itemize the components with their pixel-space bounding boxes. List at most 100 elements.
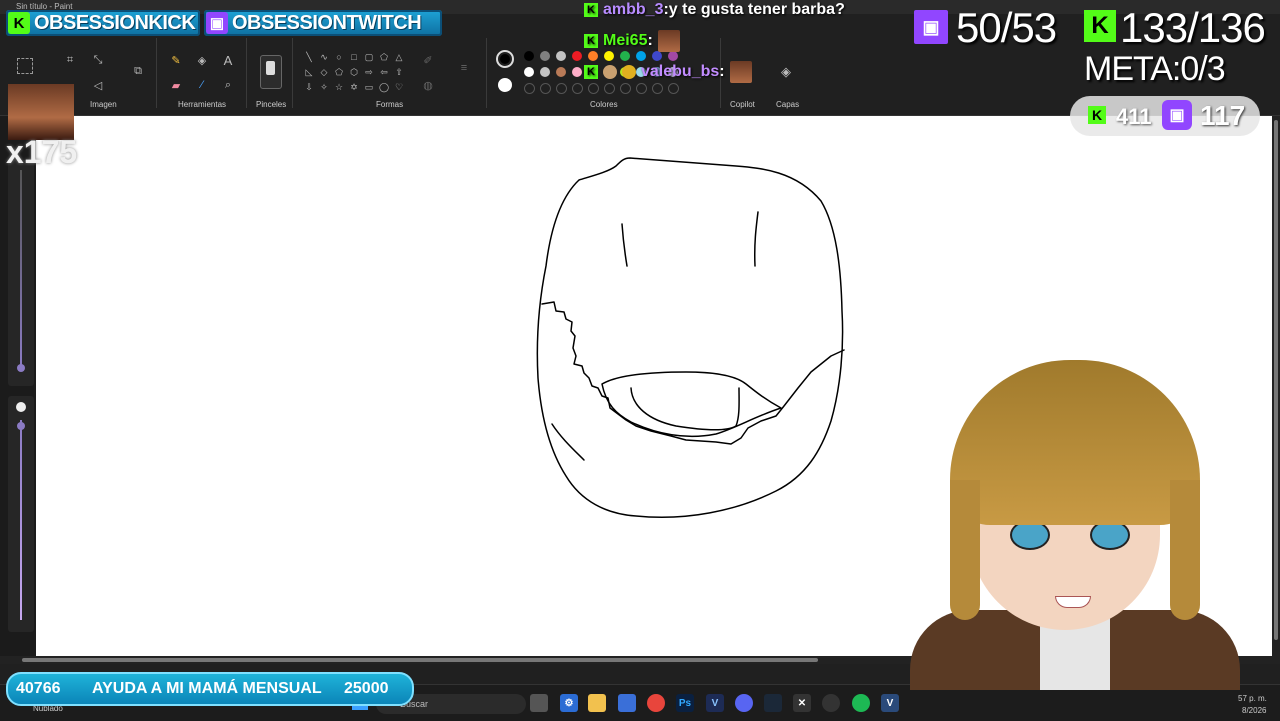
brush-icon [266, 61, 275, 75]
store-icon[interactable] [618, 694, 636, 712]
star6-shape-icon[interactable]: ✡ [347, 80, 361, 94]
line-shape-icon[interactable]: ╲ [302, 50, 316, 64]
chrome-icon[interactable] [647, 694, 665, 712]
spotify-icon[interactable] [852, 694, 870, 712]
mouth-inner [630, 387, 740, 431]
color-swatch[interactable] [636, 51, 646, 61]
color-swatch[interactable] [524, 51, 534, 61]
photoshop-icon[interactable]: Ps [676, 694, 694, 712]
callout-rect-shape-icon[interactable]: ▭ [362, 80, 376, 94]
shapes-gallery[interactable]: ╲ ∿ ○ □ ▢ ⬠ △ ◺ ◇ ⬠ ⬡ ⇨ ⇦ ⇧ ⇩ ✧ ☆ ✡ ▭ ◯ … [302, 50, 406, 94]
stroke-size-icon[interactable]: ≡ [456, 60, 472, 76]
avatar-hair [950, 360, 1200, 525]
zoom-slider-track[interactable] [20, 170, 22, 370]
text-tool-icon[interactable]: A [220, 52, 236, 68]
custom-color-slot[interactable] [652, 83, 663, 94]
magnifier-icon[interactable]: ⌕ [220, 77, 236, 93]
diamond-shape-icon[interactable]: ◇ [317, 65, 331, 79]
color-swatch[interactable] [604, 51, 614, 61]
custom-color-slot[interactable] [604, 83, 615, 94]
arrow-left-shape-icon[interactable]: ⇦ [377, 65, 391, 79]
zoom-slider-thumb[interactable] [17, 364, 25, 372]
crop-icon[interactable]: ⌗ [62, 52, 78, 68]
vtube-icon[interactable]: V [881, 694, 899, 712]
left-eye [621, 223, 628, 267]
vertical-scroll-thumb[interactable] [1274, 120, 1278, 640]
color-swatch[interactable] [668, 51, 678, 61]
pencil-icon[interactable]: ✎ [168, 52, 184, 68]
xbox-icon[interactable]: ✕ [793, 694, 811, 712]
fill-icon[interactable]: ◈ [194, 52, 210, 68]
arrow-down-shape-icon[interactable]: ⇩ [302, 80, 316, 94]
triangle-shape-icon[interactable]: △ [392, 50, 406, 64]
arrow-up-shape-icon[interactable]: ⇧ [392, 65, 406, 79]
hexagon-shape-icon[interactable]: ⬡ [347, 65, 361, 79]
custom-color-slot[interactable] [572, 83, 583, 94]
custom-color-slot[interactable] [524, 83, 535, 94]
color-swatch[interactable] [540, 67, 550, 77]
custom-color-slot[interactable] [588, 83, 599, 94]
pentagon-shape-icon[interactable]: ⬠ [332, 65, 346, 79]
outline-icon[interactable]: ✐ [420, 52, 436, 68]
right-triangle-shape-icon[interactable]: ◺ [302, 65, 316, 79]
kick-badge-icon: K [584, 65, 598, 79]
vegas-icon[interactable]: V [706, 694, 724, 712]
custom-color-slot[interactable] [540, 83, 551, 94]
eraser-icon[interactable]: ▰ [168, 77, 184, 93]
primary-color-button[interactable] [496, 50, 514, 68]
color-picker-icon[interactable]: ⁄ [194, 77, 210, 93]
group-label-copilot[interactable]: Copilot [730, 100, 755, 109]
heart-shape-icon[interactable]: ♡ [392, 80, 406, 94]
shape-fill-icon[interactable]: ◍ [420, 77, 436, 93]
color-swatch[interactable] [572, 51, 582, 61]
steam-icon[interactable] [764, 694, 782, 712]
gear-icon[interactable]: ⚙ [560, 694, 578, 712]
kick-banner-text: OBSESSIONKICK [34, 11, 196, 34]
brush-size-track[interactable] [20, 420, 22, 620]
color-swatch[interactable] [556, 51, 566, 61]
obs-icon[interactable] [822, 694, 840, 712]
brush-size-thumb[interactable] [17, 422, 25, 430]
color-swatch[interactable] [588, 51, 598, 61]
color-swatch[interactable] [652, 51, 662, 61]
task-view-icon[interactable] [530, 694, 548, 712]
group-label-formas: Formas [376, 100, 404, 109]
color-swatch[interactable] [524, 67, 534, 77]
color-swatch[interactable] [620, 51, 630, 61]
resize-icon[interactable]: ⤡ [90, 52, 106, 68]
star4-shape-icon[interactable]: ✧ [317, 80, 331, 94]
secondary-color-button[interactable] [498, 78, 512, 92]
group-label-capas[interactable]: Capas [776, 100, 799, 109]
select-icon[interactable] [17, 58, 33, 74]
followers-pill: K 411 ▣ 117 [1070, 96, 1260, 136]
rotate-icon[interactable]: ◁ [90, 77, 106, 93]
discord-icon[interactable] [735, 694, 753, 712]
emote-icon [729, 61, 752, 83]
custom-color-slot[interactable] [620, 83, 631, 94]
image-tools-icon[interactable]: ⧉ [130, 63, 146, 79]
oval-shape-icon[interactable]: ○ [332, 50, 346, 64]
callout-oval-shape-icon[interactable]: ◯ [377, 80, 391, 94]
color-swatch[interactable] [572, 67, 582, 77]
vertical-scrollbar[interactable] [1272, 116, 1280, 656]
custom-color-slot[interactable] [668, 83, 679, 94]
avatar-hair-right [1170, 480, 1200, 620]
color-swatch[interactable] [556, 67, 566, 77]
folder-icon[interactable] [588, 694, 606, 712]
color-swatch[interactable] [540, 51, 550, 61]
star5-shape-icon[interactable]: ☆ [332, 80, 346, 94]
brushes-button[interactable] [260, 55, 282, 89]
horizontal-scroll-thumb[interactable] [22, 658, 818, 662]
polygon-shape-icon[interactable]: ⬠ [377, 50, 391, 64]
ribbon-separator [292, 38, 293, 108]
clock-time: 57 p. m. [1238, 694, 1267, 703]
custom-color-slot[interactable] [556, 83, 567, 94]
rounded-rect-shape-icon[interactable]: ▢ [362, 50, 376, 64]
rectangle-shape-icon[interactable]: □ [347, 50, 361, 64]
curve-shape-icon[interactable]: ∿ [317, 50, 331, 64]
brush-size-panel [8, 396, 34, 632]
layers-icon[interactable]: ◈ [778, 64, 794, 80]
chat-message: K valebu_bs : [584, 61, 752, 83]
custom-color-slot[interactable] [636, 83, 647, 94]
arrow-right-shape-icon[interactable]: ⇨ [362, 65, 376, 79]
